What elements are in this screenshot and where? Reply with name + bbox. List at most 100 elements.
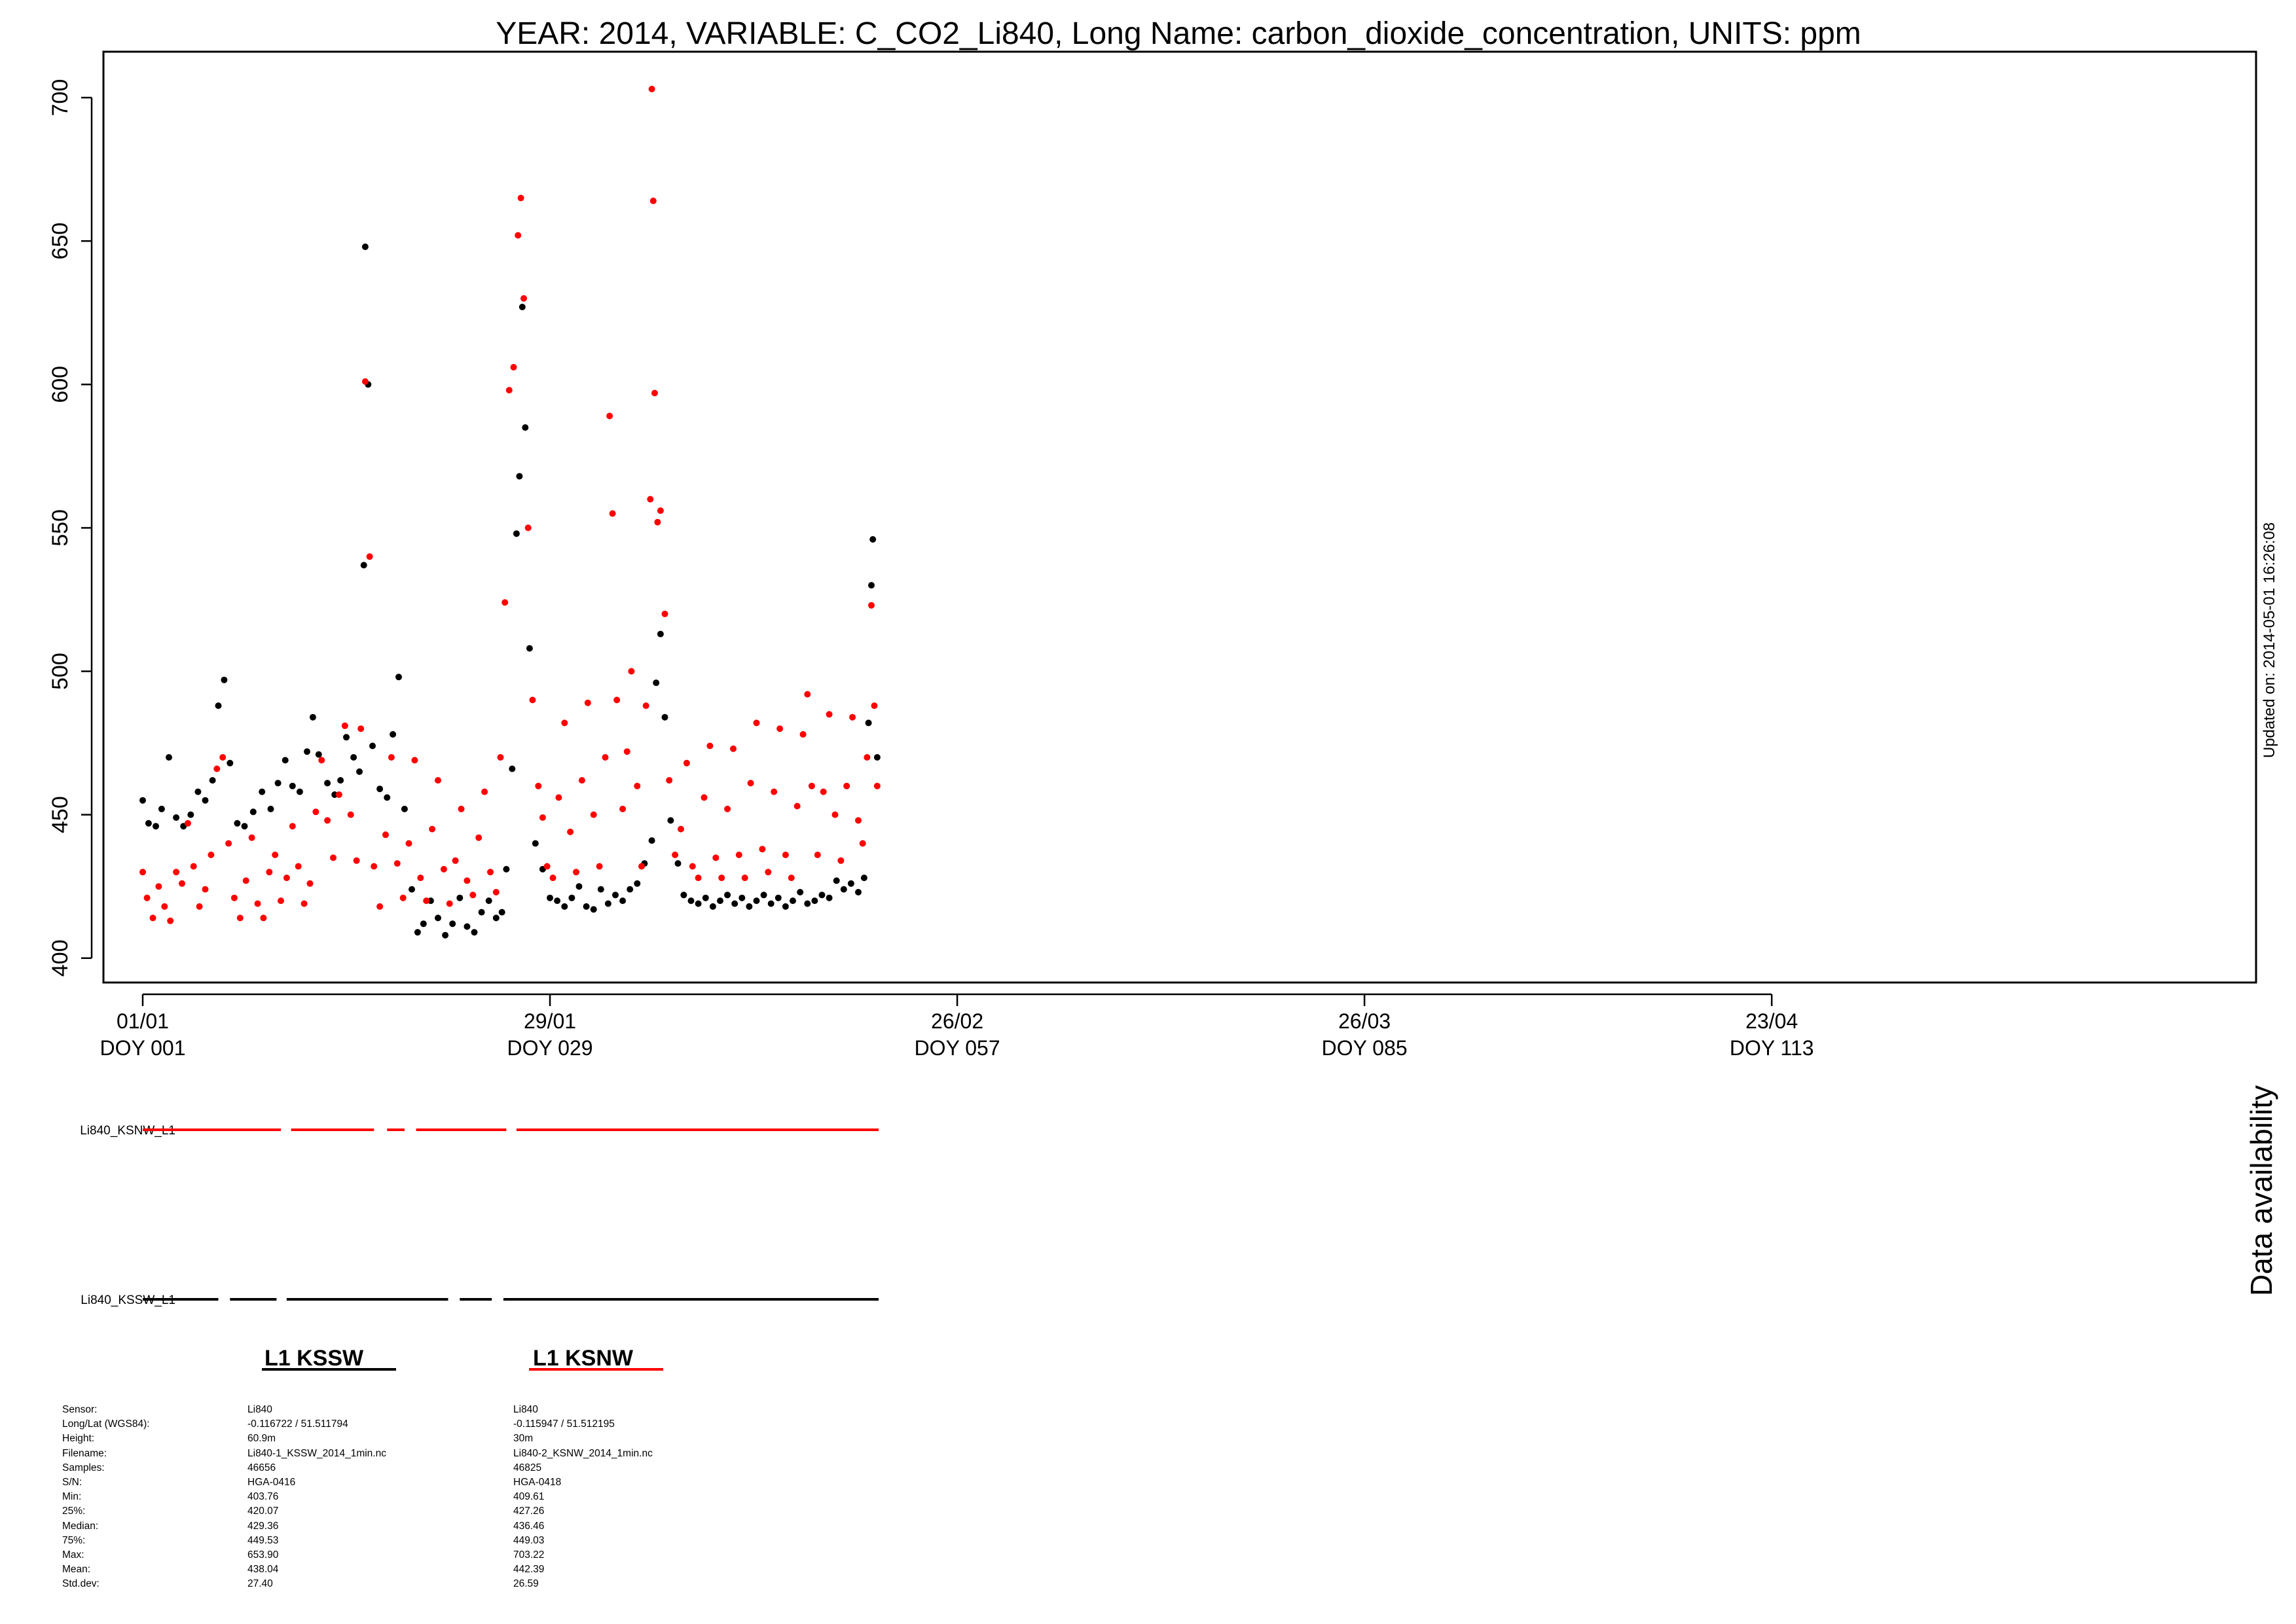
data-point (661, 713, 668, 721)
data-point (356, 768, 363, 775)
data-point (464, 877, 471, 884)
data-point (304, 748, 310, 755)
data-point (519, 304, 526, 310)
data-point (678, 825, 684, 833)
data-point (583, 903, 590, 910)
data-point (471, 929, 478, 936)
data-point (278, 897, 284, 905)
data-point (833, 877, 840, 884)
data-point (567, 828, 574, 835)
data-point (539, 814, 546, 821)
data-point (492, 889, 500, 895)
data-point (871, 702, 878, 710)
data-point (826, 894, 833, 901)
data-point (330, 854, 337, 861)
data-point (634, 782, 641, 789)
info-value: -0.115947 / 51.512195 (513, 1418, 615, 1430)
data-point (272, 852, 279, 858)
data-point (361, 244, 369, 250)
data-point (731, 900, 738, 907)
data-point (855, 817, 862, 824)
data-point (849, 713, 856, 721)
data-point (492, 914, 500, 922)
data-point (724, 892, 731, 899)
data-point (776, 725, 784, 732)
series-kssw (139, 244, 881, 939)
data-point (753, 719, 760, 727)
data-point (155, 883, 162, 890)
data-point (865, 719, 872, 727)
data-point (799, 731, 807, 738)
data-point (590, 811, 597, 818)
data-point (820, 788, 827, 795)
y-tick-label: 550 (48, 509, 73, 547)
data-point (759, 846, 766, 853)
data-point (597, 886, 604, 893)
y-tick-label: 450 (48, 796, 73, 833)
info-value: 46656 (247, 1462, 276, 1473)
data-point (390, 731, 397, 738)
data-point (706, 742, 714, 749)
info-values-ksnw: Li840 -0.115947 / 51.512195 30m Li840-2_… (513, 1403, 653, 1591)
data-point (315, 751, 322, 758)
data-point (296, 788, 303, 795)
data-point (309, 713, 316, 721)
x-tick-date-label: 23/04 (1745, 1009, 1798, 1033)
data-point (683, 759, 690, 767)
data-point (361, 378, 369, 385)
data-point (767, 900, 774, 907)
data-point (738, 894, 746, 901)
data-point (167, 917, 174, 924)
info-value: 427.26 (513, 1506, 545, 1517)
data-point (747, 780, 754, 787)
data-point (619, 805, 627, 812)
data-point (289, 782, 296, 789)
data-point (388, 754, 395, 761)
data-point (357, 725, 365, 732)
data-point (166, 754, 172, 761)
data-point (590, 906, 597, 913)
info-label: Min: (62, 1491, 82, 1503)
data-point (395, 674, 402, 681)
data-point (649, 197, 657, 204)
info-value: 60.9m (247, 1433, 276, 1445)
data-point (208, 852, 215, 858)
info-label: Std.dev: (62, 1578, 100, 1590)
data-point (648, 86, 655, 92)
data-point (627, 886, 634, 893)
data-point (868, 602, 875, 609)
data-point (435, 777, 441, 784)
data-point (701, 794, 708, 801)
data-point (242, 877, 249, 884)
data-points-layer (139, 86, 881, 939)
data-point (554, 897, 561, 905)
x-tick-date-label: 26/02 (931, 1009, 983, 1033)
data-point (401, 805, 408, 812)
data-point (337, 777, 344, 784)
data-point (417, 875, 424, 882)
data-point (446, 900, 453, 907)
data-point (513, 530, 520, 537)
data-point (555, 794, 562, 801)
data-point (179, 880, 185, 887)
data-point (596, 863, 603, 870)
data-point (475, 834, 483, 841)
data-point (602, 754, 609, 761)
info-value: Li840-2_KSNW_2014_1min.nc (513, 1447, 653, 1459)
data-point (657, 630, 664, 638)
data-availability-panel: Li840_KSNW_L1Li840_KSSW_L1 (80, 1124, 879, 1307)
data-point (575, 883, 583, 890)
data-point (718, 875, 725, 882)
info-value: 429.36 (247, 1520, 279, 1532)
info-labels: Sensor: Long/Lat (WGS84): Height: Filena… (62, 1403, 150, 1591)
info-label: S/N: (62, 1476, 82, 1488)
y-tick-label: 650 (48, 223, 73, 260)
data-point (353, 857, 360, 864)
data-point (366, 553, 373, 560)
data-point (384, 794, 391, 801)
data-point (702, 894, 709, 901)
data-point (161, 903, 168, 910)
info-value: 26.59 (513, 1578, 539, 1590)
data-point (808, 782, 815, 789)
data-point (578, 777, 585, 784)
